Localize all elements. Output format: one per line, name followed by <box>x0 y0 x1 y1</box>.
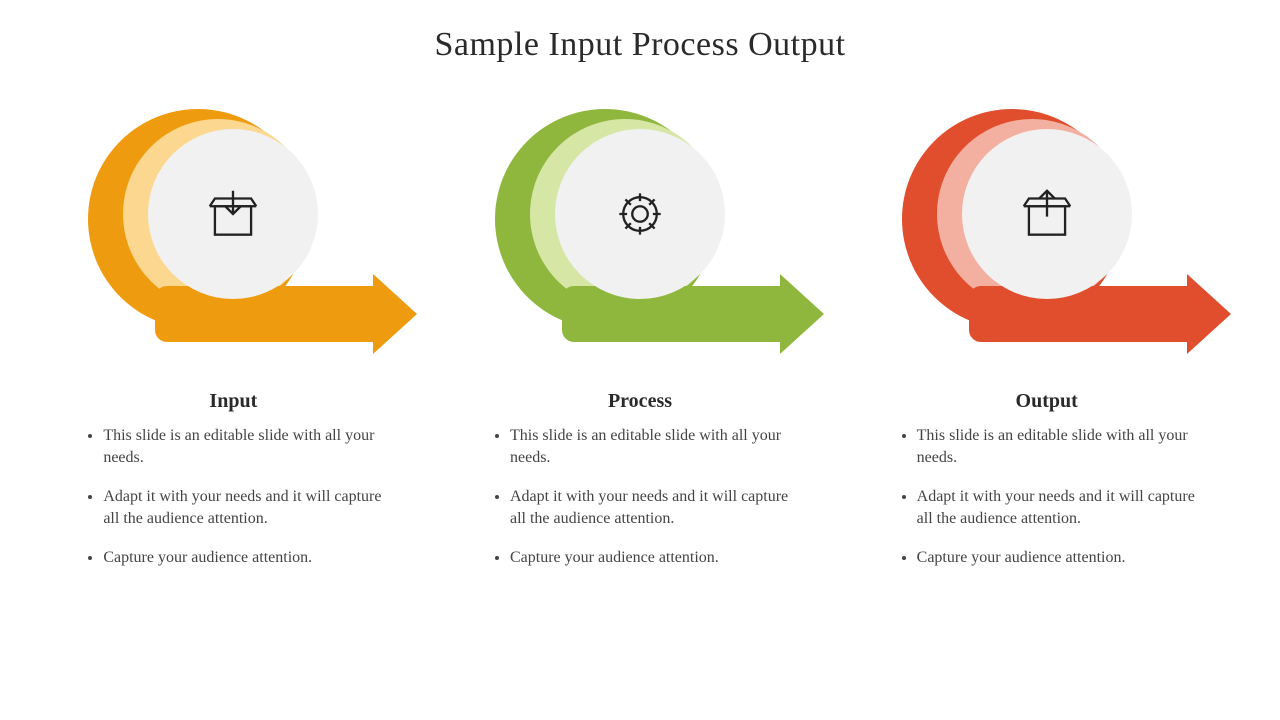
stage-heading: Process <box>608 390 672 413</box>
list-item: This slide is an editable slide with all… <box>510 425 790 468</box>
arrow-shaft <box>155 286 385 342</box>
slide-title: Sample Input Process Output <box>0 0 1280 64</box>
list-item: Adapt it with your needs and it will cap… <box>510 486 790 529</box>
diagram-output <box>857 104 1237 364</box>
bullet-list: This slide is an editable slide with all… <box>43 425 423 587</box>
list-item: This slide is an editable slide with all… <box>103 425 383 468</box>
arrow-head-icon <box>780 274 824 354</box>
bullet-list: This slide is an editable slide with all… <box>857 425 1237 587</box>
arrow-shaft <box>562 286 792 342</box>
gear-icon <box>609 183 671 245</box>
diagram-process <box>450 104 830 364</box>
box-in-icon <box>202 183 264 245</box>
diagram-input <box>43 104 423 364</box>
stage-heading: Input <box>209 390 257 413</box>
icon-circle <box>148 129 318 299</box>
stage-process: Process This slide is an editable slide … <box>450 104 830 587</box>
arrow-head-icon <box>373 274 417 354</box>
list-item: Capture your audience attention. <box>510 547 790 569</box>
icon-circle <box>962 129 1132 299</box>
list-item: Adapt it with your needs and it will cap… <box>103 486 383 529</box>
bullet-list: This slide is an editable slide with all… <box>450 425 830 587</box>
stage-output: Output This slide is an editable slide w… <box>857 104 1237 587</box>
list-item: Capture your audience attention. <box>103 547 383 569</box>
arrow-head-icon <box>1187 274 1231 354</box>
stages-row: Input This slide is an editable slide wi… <box>0 64 1280 587</box>
box-out-icon <box>1016 183 1078 245</box>
list-item: This slide is an editable slide with all… <box>917 425 1197 468</box>
list-item: Adapt it with your needs and it will cap… <box>917 486 1197 529</box>
icon-circle <box>555 129 725 299</box>
list-item: Capture your audience attention. <box>917 547 1197 569</box>
stage-heading: Output <box>1016 390 1078 413</box>
stage-input: Input This slide is an editable slide wi… <box>43 104 423 587</box>
arrow-shaft <box>969 286 1199 342</box>
